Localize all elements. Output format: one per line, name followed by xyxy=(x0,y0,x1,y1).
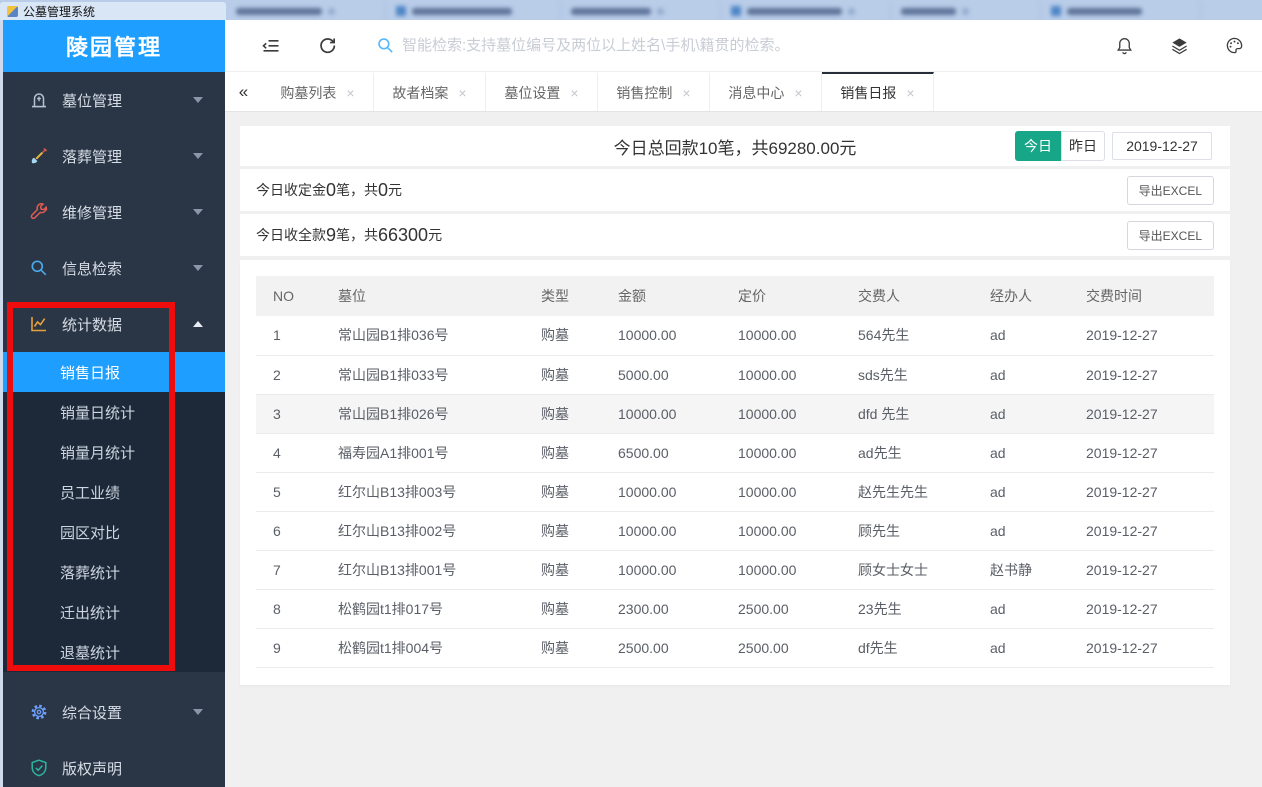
favicon-icon xyxy=(7,5,18,17)
tabs-collapse-button[interactable]: « xyxy=(225,72,262,111)
table-row: 4 福寿园A1排001号 购墓 6500.00 10000.00 ad先生 ad 201… xyxy=(256,433,1214,473)
sidebar-item-copyright[interactable]: 版权声明 xyxy=(3,740,225,787)
sidebar-item-plot-mgmt[interactable]: 墓位管理 xyxy=(3,72,225,128)
date-picker[interactable]: 2019-12-27 xyxy=(1112,132,1212,160)
full-payment-count: 9 xyxy=(326,224,337,245)
magnifier-icon xyxy=(29,258,49,278)
sidebar: 陵园管理 墓位管理 落葬管理 维修管理 信息检索 统计数据 销售日报 销量日统计… xyxy=(0,20,225,787)
close-icon[interactable]: × xyxy=(346,86,354,100)
statistics-submenu: 销售日报 销量日统计 销量月统计 员工业绩 园区对比 落葬统计 迁出统计 退墓统… xyxy=(3,352,225,672)
sidebar-sub-employee-performance[interactable]: 员工业绩 xyxy=(3,472,225,512)
sidebar-item-label: 信息检索 xyxy=(62,260,123,278)
browser-tab-blurred[interactable] xyxy=(721,2,891,20)
table-row: 1 常山园B1排036号 购墓 10000.00 10000.00 564先生 ad 2… xyxy=(256,316,1214,356)
full-payment-amount: 66300 xyxy=(378,224,429,245)
tab-buy-list[interactable]: 购墓列表 × xyxy=(262,72,374,111)
sidebar-sub-sales-month-stats[interactable]: 销量月统计 xyxy=(3,432,225,472)
sidebar-item-info-search[interactable]: 信息检索 xyxy=(3,240,225,296)
sidebar-item-label: 落葬管理 xyxy=(62,148,123,166)
app-logo: 陵园管理 xyxy=(3,20,225,72)
shovel-icon xyxy=(29,146,49,166)
table-row: 3 常山园B1排026号 购墓 10000.00 10000.00 dfd 先生 ad… xyxy=(256,394,1214,434)
close-icon[interactable]: × xyxy=(570,86,578,100)
deposit-count: 0 xyxy=(326,179,337,200)
shield-check-icon xyxy=(29,758,49,778)
tab-message-center[interactable]: 消息中心 × xyxy=(710,72,822,111)
browser-tab-active[interactable]: 公墓管理系统 xyxy=(0,2,226,20)
sidebar-item-label: 统计数据 xyxy=(62,316,123,334)
browser-tab-blurred[interactable] xyxy=(891,2,1041,20)
wrench-icon xyxy=(29,202,49,222)
sidebar-sub-moveout-stats[interactable]: 迁出统计 xyxy=(3,592,225,632)
close-icon[interactable]: × xyxy=(682,86,690,100)
sidebar-item-label: 墓位管理 xyxy=(62,92,123,110)
export-excel-button[interactable]: 导出EXCEL xyxy=(1126,220,1214,250)
page-tabbar: « 购墓列表 × 故者档案 × 墓位设置 × 销售控制 × 消息中心 × 销售日… xyxy=(225,72,1262,112)
sidebar-item-label: 维修管理 xyxy=(62,204,123,222)
browser-tab-blurred[interactable] xyxy=(226,2,386,20)
deposit-summary-row: 今日收定金 0 笔，共 0 元 导出EXCEL xyxy=(240,169,1230,211)
report-header: 今日总回款10笔，共69280.00元 今日 昨日 2019-12-27 xyxy=(240,126,1230,166)
table-row: 6 红尔山B13排002号 购墓 10000.00 10000.00 顾先生 ad 20… xyxy=(256,511,1214,551)
table-header-row: NO 墓位 类型 金额 定价 交费人 经办人 交费时间 xyxy=(256,276,1214,316)
table-row: 7 红尔山B13排001号 购墓 10000.00 10000.00 顾女士女士 赵书… xyxy=(256,550,1214,590)
search-input[interactable] xyxy=(402,37,1115,54)
chevron-down-icon xyxy=(193,153,203,159)
sidebar-item-label: 综合设置 xyxy=(62,704,123,722)
global-search xyxy=(376,36,1115,55)
page-content: 今日总回款10笔，共69280.00元 今日 昨日 2019-12-27 今日收… xyxy=(225,112,1262,787)
tab-sales-daily[interactable]: 销售日报 × xyxy=(822,72,934,111)
chevron-down-icon xyxy=(193,265,203,271)
layers-icon[interactable] xyxy=(1170,36,1189,55)
table-row: 8 松鹤园t1排017号 购墓 2300.00 2500.00 23先生 ad 2019… xyxy=(256,589,1214,629)
sidebar-item-settings[interactable]: 综合设置 xyxy=(3,684,225,740)
chevron-up-icon xyxy=(193,321,203,327)
export-excel-button[interactable]: 导出EXCEL xyxy=(1126,175,1214,205)
sidebar-sub-grave-return-stats[interactable]: 退墓统计 xyxy=(3,632,225,672)
close-icon[interactable]: × xyxy=(458,86,466,100)
tab-plot-settings[interactable]: 墓位设置 × xyxy=(486,72,598,111)
deposit-amount: 0 xyxy=(378,179,389,200)
chevron-down-icon xyxy=(193,209,203,215)
tab-sales-control[interactable]: 销售控制 × xyxy=(598,72,710,111)
palette-icon[interactable] xyxy=(1225,36,1244,55)
topbar xyxy=(225,20,1262,72)
full-payment-summary-row: 今日收全款 9 笔，共 66300 元 导出EXCEL xyxy=(240,214,1230,256)
browser-tab-blurred[interactable] xyxy=(386,2,561,20)
sidebar-sub-sales-day-stats[interactable]: 销量日统计 xyxy=(3,392,225,432)
line-chart-icon xyxy=(29,314,49,334)
sidebar-sub-park-comparison[interactable]: 园区对比 xyxy=(3,512,225,552)
gear-icon xyxy=(29,702,49,722)
sidebar-item-repair-mgmt[interactable]: 维修管理 xyxy=(3,184,225,240)
table-row: 9 松鹤园t1排004号 购墓 2500.00 2500.00 df先生 ad 2019… xyxy=(256,628,1214,668)
chevron-down-icon xyxy=(193,97,203,103)
sidebar-sub-sales-daily[interactable]: 销售日报 xyxy=(3,352,225,392)
browser-tab-strip: 公墓管理系统 xyxy=(0,0,1262,20)
table-row: 5 红尔山B13排003号 购墓 10000.00 10000.00 赵先生先生 ad… xyxy=(256,472,1214,512)
menu-fold-icon[interactable] xyxy=(261,36,281,56)
close-icon[interactable]: × xyxy=(906,86,914,100)
today-button[interactable]: 今日 xyxy=(1015,131,1061,161)
sidebar-sub-burial-stats[interactable]: 落葬统计 xyxy=(3,552,225,592)
sales-table-card: NO 墓位 类型 金额 定价 交费人 经办人 交费时间 1常山园B1排036号 xyxy=(240,260,1230,685)
sidebar-item-burial-mgmt[interactable]: 落葬管理 xyxy=(3,128,225,184)
browser-tab-blurred[interactable] xyxy=(1041,2,1201,20)
search-icon xyxy=(376,36,395,55)
browser-tab-blurred[interactable] xyxy=(561,2,721,20)
close-icon[interactable]: × xyxy=(794,86,802,100)
tab-deceased-archive[interactable]: 故者档案 × xyxy=(374,72,486,111)
sidebar-item-label: 版权声明 xyxy=(62,760,123,778)
bell-icon[interactable] xyxy=(1115,36,1134,55)
sidebar-item-statistics[interactable]: 统计数据 xyxy=(3,296,225,352)
table-row: 2 常山园B1排033号 购墓 5000.00 10000.00 sds先生 ad 20… xyxy=(256,355,1214,395)
sales-table: NO 墓位 类型 金额 定价 交费人 经办人 交费时间 1常山园B1排036号 xyxy=(256,276,1214,668)
refresh-icon[interactable] xyxy=(318,36,337,55)
tombstone-icon xyxy=(29,90,49,110)
browser-tab-title: 公墓管理系统 xyxy=(23,4,96,19)
chevron-down-icon xyxy=(193,709,203,715)
yesterday-button[interactable]: 昨日 xyxy=(1061,131,1105,161)
